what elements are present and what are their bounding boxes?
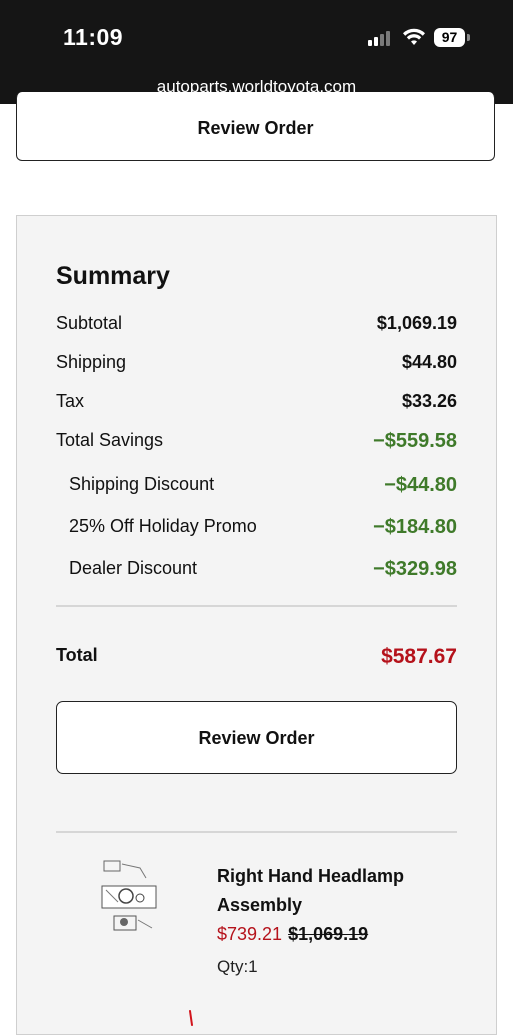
status-bar: 11:09 97 autoparts.worldtoyota.com: [0, 0, 513, 104]
item-divider: [56, 831, 457, 833]
row-label: Dealer Discount: [69, 558, 198, 578]
sale-price: $739.21: [217, 924, 283, 944]
review-order-button[interactable]: Review Order: [56, 701, 457, 774]
summary-row-holiday-promo: 25% Off Holiday Promo −$184.80: [56, 516, 457, 544]
signal-icon: [368, 30, 394, 46]
summary-row-tax: Tax $33.26: [56, 391, 457, 419]
summary-row-shipping: Shipping $44.80: [56, 352, 457, 380]
product-thumbnail[interactable]: [100, 858, 158, 938]
row-value: −$184.80: [373, 516, 457, 538]
row-label: Total Savings: [56, 430, 164, 450]
row-label: Shipping: [56, 352, 127, 372]
product-price: $739.21 $1,069.19: [217, 924, 368, 945]
row-value: −$559.58: [373, 430, 457, 452]
summary-title: Summary: [56, 262, 170, 290]
summary-row-total-savings: Total Savings −$559.58: [56, 430, 457, 458]
row-value: −$329.98: [373, 558, 457, 580]
total-value: $587.67: [381, 645, 457, 668]
product-name[interactable]: Right Hand Headlamp Assembly: [217, 862, 447, 920]
review-order-button-top[interactable]: Review Order: [16, 92, 495, 161]
status-time: 11:09: [63, 24, 124, 50]
summary-divider: [56, 605, 457, 607]
row-label: 25% Off Holiday Promo: [69, 516, 257, 536]
summary-row-subtotal: Subtotal $1,069.19: [56, 313, 457, 341]
battery-tip: [467, 34, 470, 41]
row-value: $44.80: [401, 352, 457, 372]
row-label: Tax: [56, 391, 85, 411]
total-label: Total: [56, 645, 98, 665]
wifi-icon: [403, 28, 425, 45]
row-label: Subtotal: [56, 313, 123, 333]
original-price: $1,069.19: [288, 924, 369, 944]
product-quantity: Qty:1: [217, 957, 258, 976]
row-value: $33.26: [401, 391, 457, 411]
summary-row-shipping-discount: Shipping Discount −$44.80: [56, 474, 457, 502]
battery-icon: 97: [434, 28, 465, 47]
row-label: Shipping Discount: [69, 474, 215, 494]
row-value: −$44.80: [384, 474, 457, 496]
row-value: $1,069.19: [376, 313, 457, 333]
summary-row-dealer-discount: Dealer Discount −$329.98: [56, 558, 457, 586]
